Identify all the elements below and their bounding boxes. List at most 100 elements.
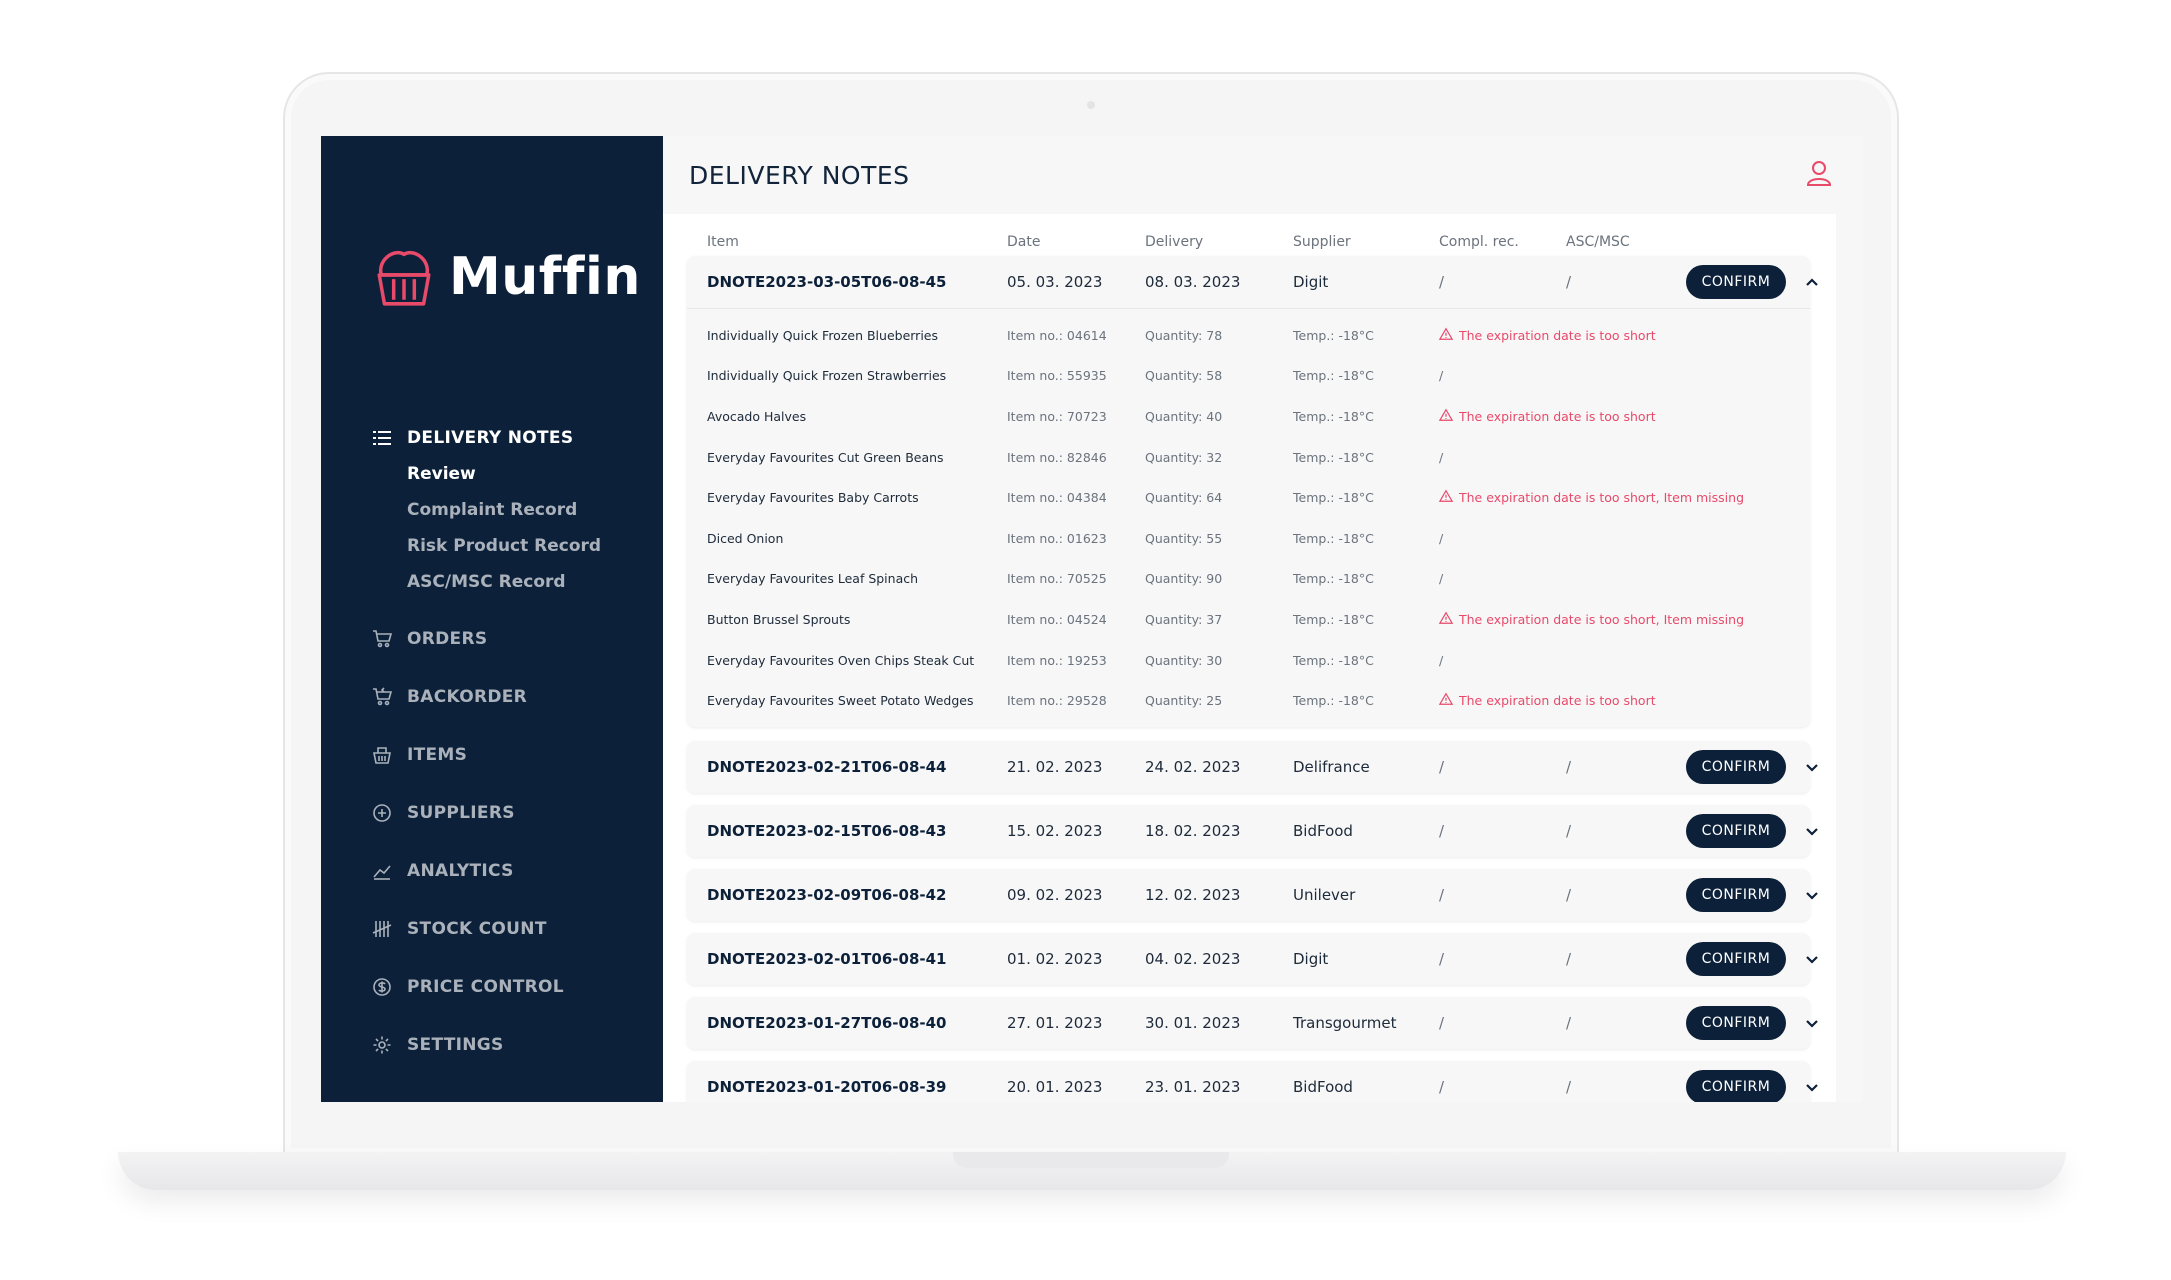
confirm-button[interactable]: CONFIRM [1686,941,1786,976]
item-number: Item no.: 19253 [1007,652,1107,668]
col-delivery: Delivery [1145,234,1204,250]
basket-icon [371,744,393,766]
subnav-risk-product-record[interactable]: Risk Product Record [407,528,641,564]
note-asc: / [1566,1077,1572,1096]
note-delivery: 12. 02. 2023 [1145,885,1241,904]
item-number: Item no.: 55935 [1007,368,1107,384]
delivery-note-row[interactable]: DNOTE2023-01-20T06-08-39 20. 01. 2023 23. … [687,1061,1818,1102]
item-quantity: Quantity: 55 [1145,530,1223,546]
note-compl: / [1439,821,1445,840]
warning-icon [1438,327,1459,344]
item-line: Everyday Favourites Baby Carrots Item no.… [687,477,1810,518]
tally-icon [371,918,393,940]
confirm-button[interactable]: CONFIRM [1686,813,1786,848]
subnav-review[interactable]: Review [407,456,641,492]
note-asc: / [1566,757,1572,776]
confirm-button[interactable]: CONFIRM [1686,1005,1786,1040]
nav-analytics[interactable]: ANALYTICS [371,842,641,900]
warning-text: The expiration date is too short [1459,408,1656,424]
delivery-note-row[interactable]: DNOTE2023-01-27T06-08-40 27. 01. 2023 30. … [687,997,1818,1049]
item-name: Everyday Favourites Baby Carrots [707,490,919,506]
note-asc: / [1566,1013,1572,1032]
chevron-up-icon[interactable] [1802,272,1822,292]
delivery-note-card: DNOTE2023-03-05T06-08-45 05. 03. 2023 08… [687,256,1818,727]
note-delivery: 24. 02. 2023 [1145,757,1241,776]
note-delivery: 23. 01. 2023 [1145,1077,1241,1096]
confirm-button[interactable]: CONFIRM [1686,1069,1786,1102]
user-icon[interactable] [1804,158,1834,192]
note-delivery: 18. 02. 2023 [1145,821,1241,840]
confirm-button[interactable]: CONFIRM [1686,877,1786,912]
note-supplier: BidFood [1293,1077,1353,1096]
nav-delivery-notes[interactable]: DELIVERY NOTES [371,420,641,456]
nav-suppliers[interactable]: SUPPLIERS [371,784,641,842]
chevron-down-icon[interactable] [1802,821,1822,841]
note-asc: / [1566,949,1572,968]
confirm-button[interactable]: CONFIRM [1686,749,1786,784]
delivery-note-row[interactable]: DNOTE2023-02-01T06-08-41 01. 02. 2023 04. … [687,933,1818,985]
nav-backorder[interactable]: BACKORDER [371,668,641,726]
main-panel: DELIVERY NOTES Item Date Delivery Suppli… [663,136,1862,1102]
nav-orders[interactable]: ORDERS [371,610,641,668]
gear-icon [371,1034,393,1056]
subnav-asc-msc-record[interactable]: ASC/MSC Record [407,564,641,600]
item-number: Item no.: 04614 [1007,327,1107,343]
item-warning: The expiration date is too short, Item m… [1438,489,1744,506]
plus-circle-icon [371,802,393,824]
delivery-note-card: DNOTE2023-02-21T06-08-44 21. 02. 2023 24. … [687,740,1818,793]
item-name: Diced Onion [707,530,784,546]
delivery-note-row[interactable]: DNOTE2023-02-09T06-08-42 09. 02. 2023 12. … [687,869,1818,921]
item-temperature: Temp.: -18°C [1293,368,1374,384]
app-screen: Muffin DELIVERY NOTES Review Complaint R… [321,136,1862,1102]
note-id: DNOTE2023-02-01T06-08-41 [707,949,947,968]
nav-label: STOCK COUNT [407,919,547,939]
note-compl: / [1439,757,1445,776]
item-quantity: Quantity: 30 [1145,652,1223,668]
item-status: / [1439,449,1444,465]
note-delivery: 30. 01. 2023 [1145,1013,1241,1032]
item-warning: The expiration date is too short [1438,327,1656,344]
nav-stock-count[interactable]: STOCK COUNT [371,900,641,958]
delivery-note-card: DNOTE2023-01-27T06-08-40 27. 01. 2023 30. … [687,996,1818,1049]
item-line: Button Brussel Sprouts Item no.: 04524 Qua… [687,599,1810,640]
note-compl: / [1439,1013,1445,1032]
warning-icon [1438,489,1459,506]
subnav-complaint-record[interactable]: Complaint Record [407,492,641,528]
delivery-note-row[interactable]: DNOTE2023-02-21T06-08-44 21. 02. 2023 24. … [687,741,1818,793]
chevron-down-icon[interactable] [1802,885,1822,905]
item-line: Everyday Favourites Sweet Potato Wedges I… [687,680,1810,721]
delivery-note-row[interactable]: DNOTE2023-03-05T06-08-45 05. 03. 2023 08… [687,256,1818,308]
nav-items[interactable]: ITEMS [371,726,641,784]
chevron-down-icon[interactable] [1802,1013,1822,1033]
item-name: Everyday Favourites Sweet Potato Wedges [707,693,974,709]
chevron-down-icon[interactable] [1802,1077,1822,1097]
list-icon [371,427,393,449]
nav-price-control[interactable]: PRICE CONTROL [371,958,641,1016]
delivery-notes-list: Item Date Delivery Supplier Compl. rec. … [663,214,1836,1102]
item-status: / [1439,368,1444,384]
item-status: / [1439,571,1444,587]
item-status: / [1439,530,1444,546]
app-logo[interactable]: Muffin [371,244,641,310]
item-quantity: Quantity: 32 [1145,449,1223,465]
item-number: Item no.: 04384 [1007,490,1107,506]
dollar-circle-icon [371,976,393,998]
item-temperature: Temp.: -18°C [1293,408,1374,424]
note-supplier: Digit [1293,273,1329,291]
note-compl: / [1439,949,1445,968]
chevron-down-icon[interactable] [1802,757,1822,777]
item-temperature: Temp.: -18°C [1293,530,1374,546]
note-supplier: BidFood [1293,821,1353,840]
item-temperature: Temp.: -18°C [1293,611,1374,627]
item-line: Diced Onion Item no.: 01623 Quantity: 55 Te… [687,518,1810,559]
item-line: Individually Quick Frozen Blueberries Ite… [687,315,1810,356]
item-quantity: Quantity: 90 [1145,571,1223,587]
note-delivery: 08. 03. 2023 [1145,273,1241,291]
nav-settings[interactable]: SETTINGS [371,1016,641,1074]
laptop-notch [953,1152,1229,1168]
chevron-down-icon[interactable] [1802,949,1822,969]
note-compl: / [1439,1077,1445,1096]
delivery-note-card: DNOTE2023-02-15T06-08-43 15. 02. 2023 18. … [687,804,1818,857]
delivery-note-row[interactable]: DNOTE2023-02-15T06-08-43 15. 02. 2023 18. … [687,805,1818,857]
confirm-button[interactable]: CONFIRM [1686,265,1786,299]
